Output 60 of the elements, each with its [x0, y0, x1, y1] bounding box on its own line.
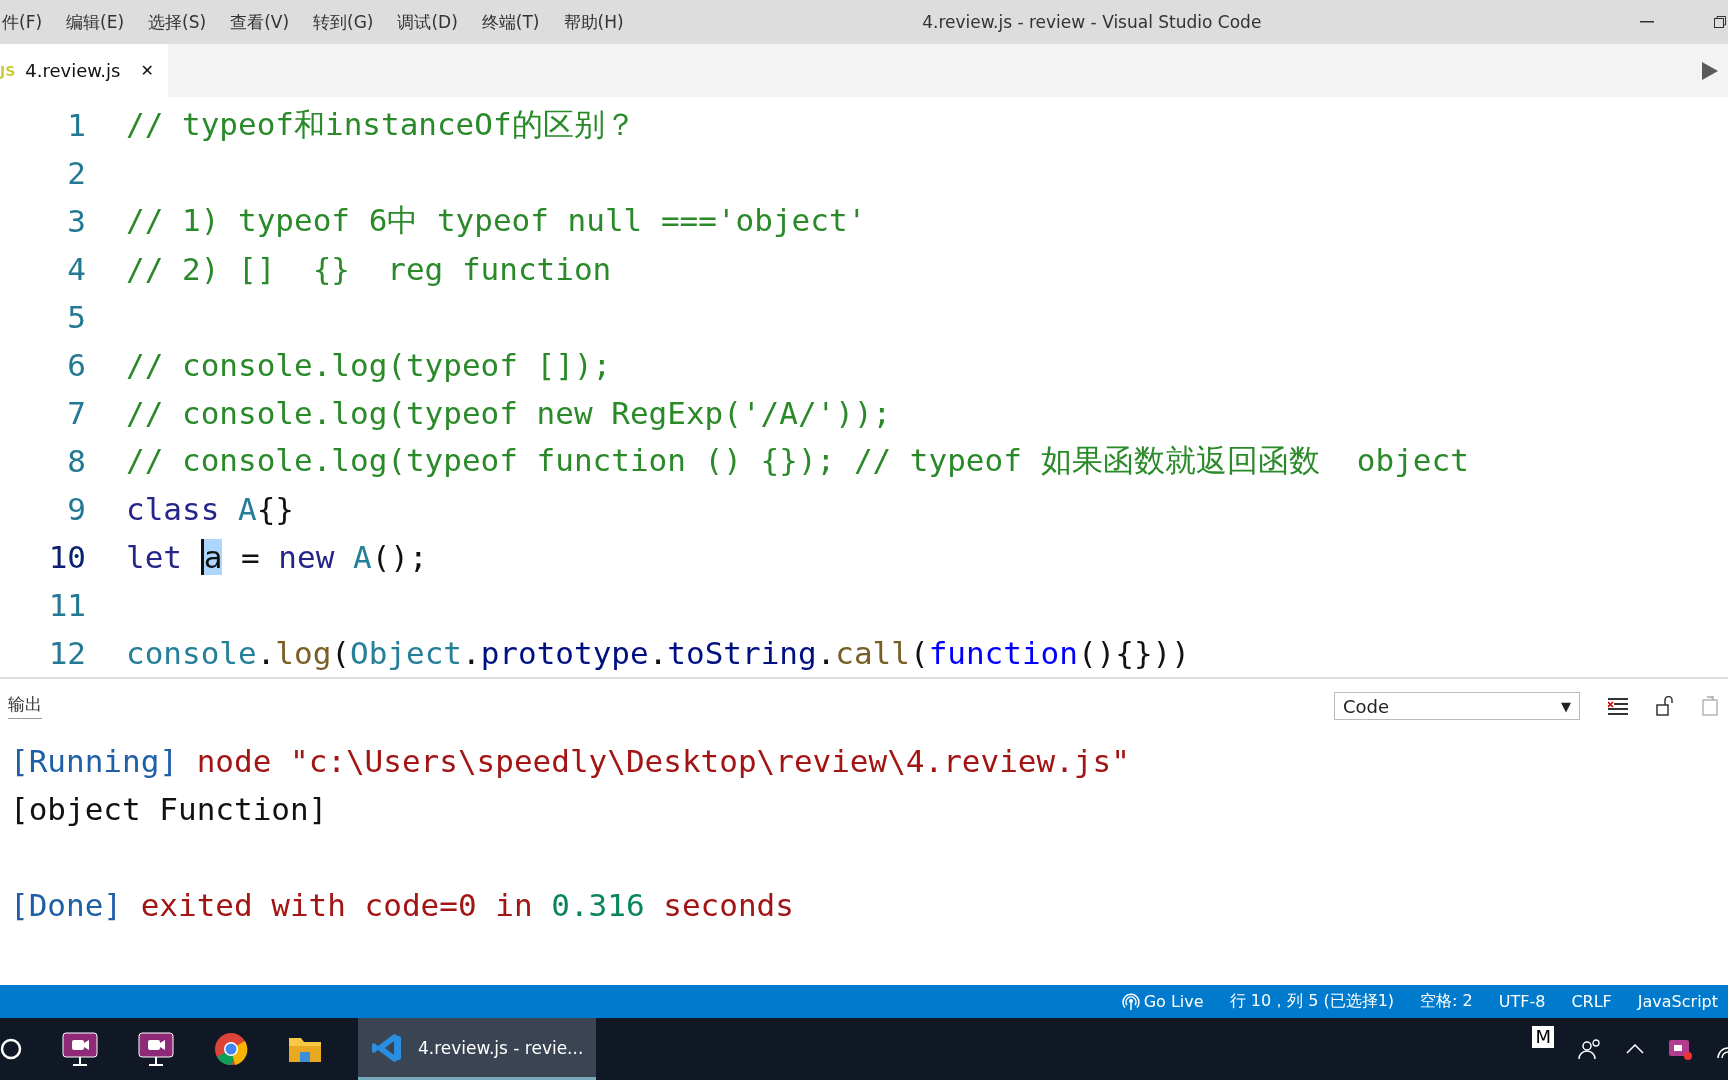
line-number: 11	[47, 587, 86, 623]
caret-up-icon[interactable]	[1626, 1044, 1644, 1054]
code-line: // 2) [] {} reg function	[126, 251, 612, 287]
menu-item[interactable]: 转到(G)	[313, 10, 374, 34]
line-number: 7	[66, 395, 86, 431]
code-editor-icon	[372, 1032, 402, 1063]
line-number: 10	[47, 539, 86, 575]
menu-item[interactable]: 调试(D)	[397, 10, 458, 34]
search-icon[interactable]	[0, 1038, 22, 1060]
menu-item[interactable]: 件(F)	[2, 10, 43, 34]
js-file-icon: JS	[0, 62, 16, 79]
code-line: // console.log(typeof []);	[126, 347, 612, 383]
menu-item[interactable]: 编辑(E)	[66, 10, 125, 34]
channel-dropdown[interactable]: Code ▼	[1334, 692, 1580, 720]
restore-icon[interactable]	[1714, 16, 1726, 28]
status-item[interactable]: 空格: 2	[1420, 991, 1473, 1012]
code-line: console.log(Object.prototype.toString.call(function(){}))	[126, 635, 1190, 671]
code-line: // console.log(typeof new RegExp('/A/'));	[126, 395, 892, 431]
output-line: [Running] node "c:\Users\speedly\Desktop\review\4.review.js"	[10, 743, 1130, 779]
line-number: 5	[66, 299, 86, 335]
code-line: let a = new A();	[126, 539, 428, 575]
app-tray-icon[interactable]	[1668, 1037, 1692, 1061]
go-live-button[interactable]: Go Live	[1121, 992, 1204, 1011]
line-number: 6	[66, 347, 86, 383]
menu-item[interactable]: 查看(V)	[230, 10, 290, 34]
run-icon[interactable]	[1702, 61, 1718, 80]
line-number: 3	[66, 203, 86, 239]
close-icon[interactable]: ✕	[140, 61, 154, 80]
line-number: 9	[66, 491, 86, 527]
code-line: // 1) typeof 6中 typeof null ==='object'	[126, 201, 867, 240]
menu-item[interactable]: 终端(T)	[481, 10, 540, 34]
lock-icon[interactable]	[1656, 696, 1674, 716]
people-icon[interactable]	[1578, 1038, 1602, 1060]
status-item[interactable]: JavaScript	[1637, 992, 1718, 1011]
line-number: 12	[47, 635, 86, 671]
menu-item[interactable]: 帮助(H)	[563, 10, 624, 34]
line-number: 4	[66, 251, 86, 287]
window-title: 4.review.js - review - Visual Studio Code	[921, 12, 1263, 32]
line-number: 8	[66, 443, 86, 479]
status-item[interactable]: UTF-8	[1498, 992, 1546, 1011]
code-line: // typeof和instanceOf的区别？	[126, 105, 636, 144]
output-line: [Done] exited with code=0 in 0.316 seconds	[10, 887, 794, 923]
browser-icon[interactable]	[214, 1032, 248, 1066]
code-line: // console.log(typeof function () {}); // typeof 如果函数就返回函数 object	[126, 441, 1469, 480]
status-item[interactable]: 行 10，列 5 (已选择1)	[1229, 991, 1395, 1012]
output-line: [object Function]	[10, 791, 328, 827]
tray-badge[interactable]: M	[1532, 1026, 1554, 1048]
panel-tab[interactable]: 输出	[8, 693, 42, 719]
status-item[interactable]: CRLF	[1571, 992, 1612, 1011]
presentation-icon[interactable]	[62, 1032, 98, 1066]
clear-output-icon[interactable]	[1608, 697, 1628, 715]
editor-tab[interactable]: JS 4.review.js ✕	[0, 44, 168, 97]
presentation-icon[interactable]	[138, 1032, 174, 1066]
line-number: 1	[66, 107, 86, 143]
minimize-icon[interactable]	[1640, 21, 1654, 23]
code-line: class A{}	[126, 491, 294, 527]
broadcast-icon	[1121, 992, 1140, 1011]
taskbar-window-button[interactable]: 4.review.js - revie...	[358, 1018, 596, 1080]
menu-item[interactable]: 选择(S)	[148, 10, 207, 34]
line-number: 2	[66, 155, 86, 191]
